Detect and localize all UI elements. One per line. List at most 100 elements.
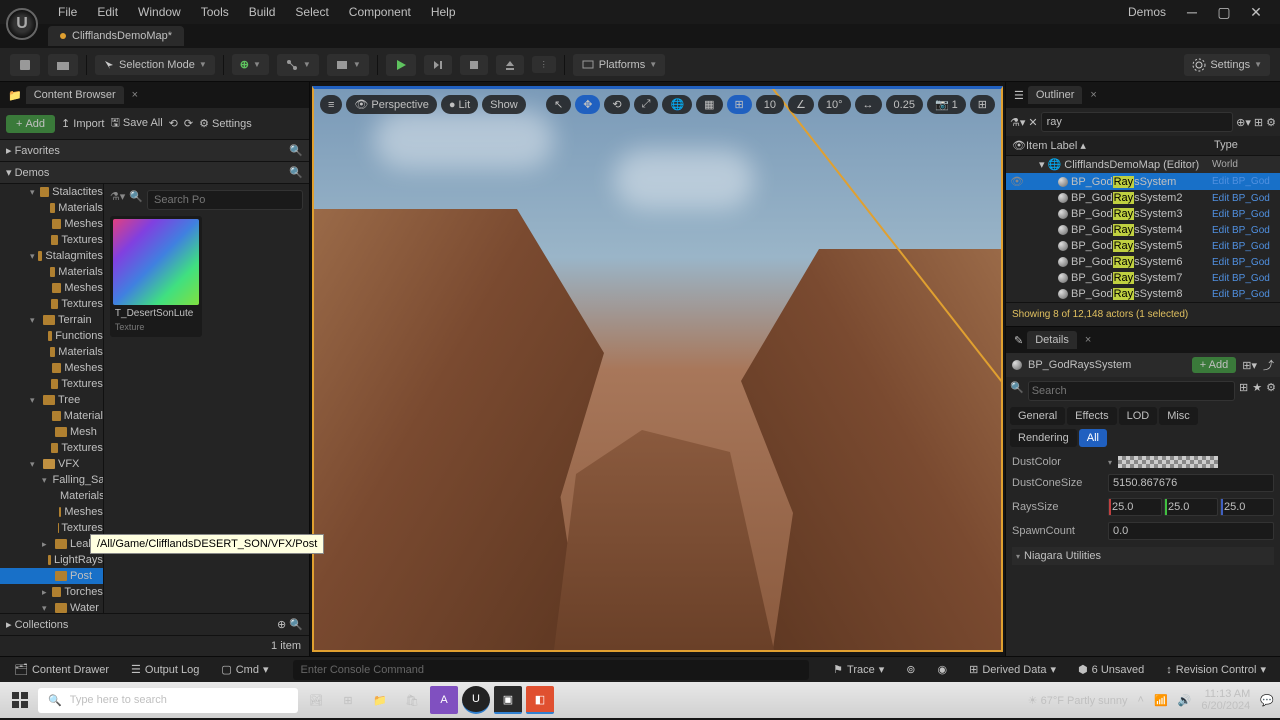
history-back-button[interactable]: ⟲ <box>169 117 178 130</box>
folder-leaks[interactable]: ▸Leaks <box>0 536 103 552</box>
angle-snap-toggle[interactable]: ∠ <box>788 95 814 114</box>
revision-control-dropdown[interactable]: ↕ Revision Control ▾ <box>1160 663 1272 676</box>
menu-build[interactable]: Build <box>239 5 286 19</box>
import-button[interactable]: ↥ Import <box>61 117 104 130</box>
rayssize-z-input[interactable]: 25.0 <box>1220 498 1274 516</box>
folder-tree[interactable]: ▾StalactitesMaterialsMeshesTextures▾Stal… <box>0 184 104 613</box>
asset-tile[interactable]: T_DesertSonLute Texture <box>110 216 202 337</box>
menu-tools[interactable]: Tools <box>191 5 239 19</box>
derived-data-dropdown[interactable]: ⊞ Derived Data ▾ <box>963 663 1062 676</box>
select-tool[interactable]: ↖ <box>546 95 571 114</box>
folder-water[interactable]: ▾Water <box>0 600 103 613</box>
start-button[interactable] <box>6 686 34 714</box>
cinematics-dropdown[interactable]: ▼ <box>327 54 369 76</box>
outliner-row[interactable]: BP_GodRaysSystem8Edit BP_God <box>1006 286 1280 302</box>
outliner-tab[interactable]: Outliner <box>1028 86 1083 104</box>
cmd-dropdown[interactable]: ▢ Cmd ▾ <box>215 663 274 676</box>
stop-button[interactable] <box>460 55 488 75</box>
clear-search-icon[interactable]: ✕ <box>1028 116 1037 129</box>
scale-tool[interactable]: ⤢ <box>634 95 659 114</box>
folder-stalactites[interactable]: ▾Stalactites <box>0 184 103 200</box>
play-button[interactable] <box>386 54 416 76</box>
folder-material[interactable]: Material <box>0 408 103 424</box>
folder-materials[interactable]: Materials <box>0 344 103 360</box>
lit-dropdown[interactable]: ● Lit <box>441 95 478 114</box>
wifi-icon[interactable]: 📶 <box>1154 694 1168 707</box>
world-local-toggle[interactable]: 🌐 <box>662 95 692 114</box>
folder-textures[interactable]: Textures <box>0 520 103 536</box>
folder-textures[interactable]: Textures <box>0 296 103 312</box>
browse-to-asset-icon[interactable]: ⤴ <box>1263 357 1274 373</box>
search-icon[interactable]: 🔍 <box>289 166 303 179</box>
outliner-row[interactable]: BP_GodRaysSystem6Edit BP_God <box>1006 254 1280 270</box>
translate-tool[interactable]: ✥ <box>575 95 600 114</box>
folder-post[interactable]: Post <box>0 568 103 584</box>
blueprints-dropdown[interactable]: ▼ <box>277 54 319 76</box>
folder-falling_sand[interactable]: ▾Falling_Sand <box>0 472 103 488</box>
notifications-icon[interactable]: 💬 <box>1260 694 1274 707</box>
folder-meshes[interactable]: Meshes <box>0 280 103 296</box>
dustcone-input[interactable]: 5150.867676 <box>1108 474 1274 492</box>
folder-vfx[interactable]: ▾VFX <box>0 456 103 472</box>
item-label-column[interactable]: Item Label ▴ <box>1026 139 1214 152</box>
trace-store-icon[interactable]: ⊚ <box>900 663 921 676</box>
angle-snap-value[interactable]: 10° <box>818 95 851 114</box>
content-browser-tab[interactable]: Content Browser <box>26 86 124 104</box>
viewport-layout[interactable]: ⊞ <box>970 95 995 114</box>
collections-header[interactable]: ▸ Collections <box>6 618 68 631</box>
tab-effects[interactable]: Effects <box>1067 407 1116 425</box>
camera-speed[interactable]: 📷 1 <box>927 95 966 114</box>
tab-lod[interactable]: LOD <box>1119 407 1158 425</box>
rotate-tool[interactable]: ⟲ <box>604 95 629 114</box>
unreal-icon[interactable]: U <box>462 686 490 714</box>
folder-terrain[interactable]: ▾Terrain <box>0 312 103 328</box>
epic-icon[interactable]: ▣ <box>494 686 522 714</box>
folder-meshes[interactable]: Meshes <box>0 504 103 520</box>
recorder-icon[interactable]: ◧ <box>526 686 554 714</box>
show-dropdown[interactable]: Show <box>482 95 526 114</box>
add-component-button[interactable]: + Add <box>1192 357 1236 373</box>
rayssize-y-input[interactable]: 25.0 <box>1164 498 1218 516</box>
favorites-icon[interactable]: ★ <box>1252 381 1262 401</box>
folder-mesh[interactable]: Mesh <box>0 424 103 440</box>
folder-tree[interactable]: ▾Tree <box>0 392 103 408</box>
search-icon[interactable]: 🔍 <box>289 144 303 157</box>
browse-button[interactable] <box>48 54 78 76</box>
weather-widget[interactable]: ☀ 67°F Partly sunny <box>1028 694 1128 707</box>
close-tab-icon[interactable]: × <box>1081 334 1095 346</box>
folder-materials[interactable]: Materials <box>0 200 103 216</box>
store-icon[interactable]: 🛍 <box>398 686 426 714</box>
tab-misc[interactable]: Misc <box>1159 407 1198 425</box>
outliner-row[interactable]: BP_GodRaysSystem7Edit BP_God <box>1006 270 1280 286</box>
viewport-menu-button[interactable]: ≡ <box>320 95 342 114</box>
asset-search-input[interactable] <box>147 190 303 210</box>
save-all-button[interactable]: 🖫 Save All <box>110 114 162 133</box>
skip-button[interactable] <box>424 55 452 75</box>
scale-snap-toggle[interactable]: ↔ <box>855 95 882 114</box>
save-button[interactable] <box>10 54 40 76</box>
folder-torches[interactable]: ▸Torches <box>0 584 103 600</box>
output-log-button[interactable]: ☰ Output Log <box>125 663 205 676</box>
explorer-icon[interactable]: 📁 <box>366 686 394 714</box>
outliner-row[interactable]: BP_GodRaysSystem2Edit BP_God <box>1006 190 1280 206</box>
tab-all[interactable]: All <box>1079 429 1107 447</box>
eye-icon[interactable]: 👁 <box>1012 139 1026 152</box>
menu-window[interactable]: Window <box>128 5 191 19</box>
folder-materials[interactable]: Materials <box>0 264 103 280</box>
property-matrix-icon[interactable]: ⊞ <box>1239 381 1248 401</box>
add-button[interactable]: +Add <box>6 115 55 133</box>
folder-materials[interactable]: Materials <box>0 488 103 504</box>
folder-textures[interactable]: Textures <box>0 376 103 392</box>
type-column[interactable]: Type <box>1214 139 1274 152</box>
world-row[interactable]: ▾ 🌐 ClifflandsDemoMap (Editor) World <box>1006 156 1280 173</box>
blueprint-options-icon[interactable]: ⊞▾ <box>1242 359 1257 372</box>
content-drawer-button[interactable]: 🗂 Content Drawer <box>8 663 115 676</box>
level-viewport[interactable]: ≡ 👁 Perspective ● Lit Show ↖ ✥ ⟲ ⤢ 🌐 ▦ ⊞… <box>312 86 1003 652</box>
minimize-button[interactable]: ─ <box>1176 4 1208 20</box>
grid-snap-toggle[interactable]: ⊞ <box>727 95 752 114</box>
app-icon[interactable]: A <box>430 686 458 714</box>
history-fwd-button[interactable]: ⟳ <box>184 117 193 130</box>
close-tab-icon[interactable]: × <box>128 89 142 101</box>
spawn-input[interactable]: 0.0 <box>1108 522 1274 540</box>
outliner-row[interactable]: BP_GodRaysSystem5Edit BP_God <box>1006 238 1280 254</box>
